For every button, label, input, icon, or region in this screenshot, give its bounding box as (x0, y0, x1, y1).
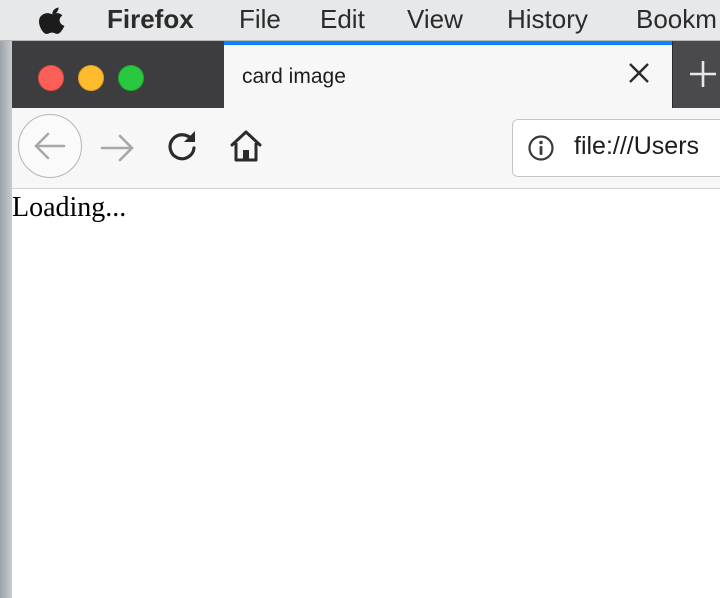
url-text[interactable]: file:///Users (574, 132, 699, 161)
window-close-button[interactable] (38, 65, 64, 91)
plus-icon (690, 61, 716, 87)
reload-button[interactable] (162, 126, 202, 166)
navigation-toolbar: file:///Users (12, 108, 720, 189)
back-button[interactable] (18, 114, 82, 178)
tab-title: card image (242, 65, 346, 88)
url-bar[interactable]: file:///Users (512, 119, 720, 177)
menu-file[interactable]: File (239, 3, 281, 35)
home-button[interactable] (226, 126, 266, 166)
arrow-left-icon (34, 132, 66, 160)
tab-bar: card image (12, 41, 720, 108)
window-maximize-button[interactable] (118, 65, 144, 91)
menu-bookmarks[interactable]: Bookm (636, 3, 717, 35)
tab-active[interactable]: card image (224, 41, 672, 108)
loading-text: Loading... (12, 192, 127, 223)
new-tab-button[interactable] (672, 41, 720, 108)
info-icon[interactable] (527, 134, 555, 162)
menu-view[interactable]: View (407, 3, 463, 35)
menu-history[interactable]: History (507, 3, 588, 35)
apple-logo-icon[interactable] (38, 3, 68, 35)
menu-edit[interactable]: Edit (320, 3, 365, 35)
forward-button[interactable] (98, 128, 138, 168)
browser-window: card image file:///Users Loading... (12, 41, 720, 598)
desktop-background (0, 41, 12, 598)
menu-bar: Firefox File Edit View History Bookm (0, 0, 720, 41)
close-icon[interactable] (624, 58, 654, 88)
menu-app-firefox[interactable]: Firefox (107, 3, 194, 35)
page-content: Loading... (12, 189, 720, 598)
window-minimize-button[interactable] (78, 65, 104, 91)
